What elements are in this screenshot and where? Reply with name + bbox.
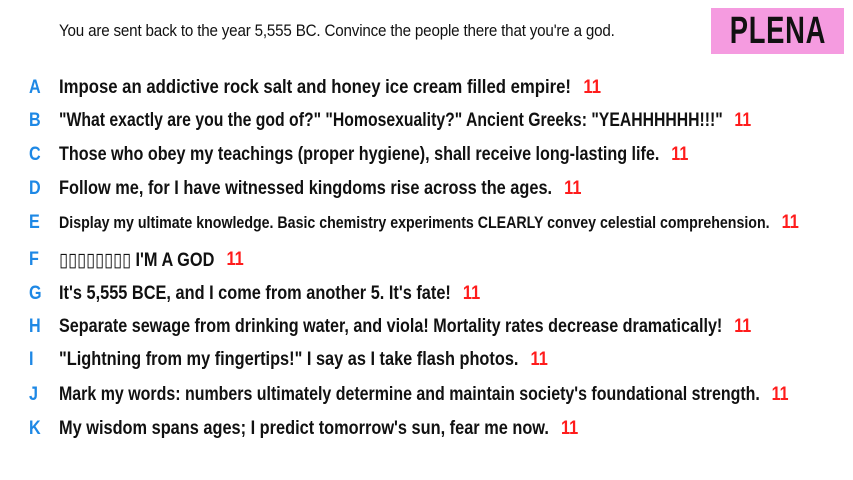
answer-content: "What exactly are you the god of?" "Homo… bbox=[59, 110, 751, 132]
answer-letter: E bbox=[29, 212, 40, 233]
answer-content: It's 5,555 BCE, and I come from another … bbox=[59, 283, 480, 305]
prompt-text: You are sent back to the year 5,555 BC. … bbox=[59, 22, 615, 40]
answer-content: Those who obey my teachings (proper hygi… bbox=[59, 144, 688, 166]
answer-content: Impose an addictive rock salt and honey … bbox=[59, 77, 601, 99]
answer-letter: B bbox=[29, 110, 41, 131]
answer-letter: G bbox=[29, 283, 42, 304]
answer-letter: C bbox=[29, 144, 41, 165]
answer-letter: F bbox=[29, 249, 39, 270]
answer-text: "Lightning from my fingertips!" I say as… bbox=[59, 349, 519, 370]
answer-score: 11 bbox=[771, 384, 789, 405]
player-name: PLENA bbox=[729, 9, 826, 52]
answer-content: ▯▯▯▯▯▯▯▯ I'M A GOD 11 bbox=[59, 249, 244, 272]
answer-text: ▯▯▯▯▯▯▯▯ I'M A GOD bbox=[59, 249, 215, 271]
answer-letter: K bbox=[29, 418, 41, 439]
answer-content: Separate sewage from drinking water, and… bbox=[59, 316, 751, 338]
answer-score: 11 bbox=[226, 249, 244, 270]
answer-score: 11 bbox=[671, 144, 689, 165]
answer-content: Mark my words: numbers ultimately determ… bbox=[59, 384, 789, 406]
answer-score: 11 bbox=[781, 212, 799, 233]
answer-score: 11 bbox=[734, 316, 752, 337]
answer-letter: H bbox=[29, 316, 41, 337]
player-name-badge: PLENA bbox=[711, 8, 844, 54]
answer-letter: A bbox=[29, 77, 41, 98]
answer-content: Display my ultimate knowledge. Basic che… bbox=[59, 212, 799, 234]
answer-score: 11 bbox=[462, 283, 481, 304]
answer-text: "What exactly are you the god of?" "Homo… bbox=[59, 110, 723, 131]
answer-letter: J bbox=[29, 384, 38, 405]
answer-letter: I bbox=[29, 349, 34, 370]
answer-text: Separate sewage from drinking water, and… bbox=[59, 316, 723, 337]
answer-text: Impose an addictive rock salt and honey … bbox=[59, 77, 572, 98]
answer-score: 11 bbox=[530, 349, 548, 370]
answer-text: Mark my words: numbers ultimately determ… bbox=[59, 384, 760, 405]
answer-text: It's 5,555 BCE, and I come from another … bbox=[59, 283, 451, 304]
answer-letter: D bbox=[29, 178, 41, 199]
answer-score: 11 bbox=[583, 77, 602, 98]
answer-text: Those who obey my teachings (proper hygi… bbox=[59, 144, 660, 165]
answer-text: Follow me, for I have witnessed kingdoms… bbox=[59, 178, 553, 199]
answer-content: "Lightning from my fingertips!" I say as… bbox=[59, 349, 548, 371]
answer-score: 11 bbox=[560, 418, 579, 439]
answer-score: 11 bbox=[734, 110, 752, 131]
answer-text: Display my ultimate knowledge. Basic che… bbox=[59, 213, 770, 232]
answer-content: My wisdom spans ages; I predict tomorrow… bbox=[59, 418, 578, 440]
answer-text: My wisdom spans ages; I predict tomorrow… bbox=[59, 418, 549, 439]
answer-score: 11 bbox=[564, 178, 582, 199]
answer-content: Follow me, for I have witnessed kingdoms… bbox=[59, 178, 581, 200]
